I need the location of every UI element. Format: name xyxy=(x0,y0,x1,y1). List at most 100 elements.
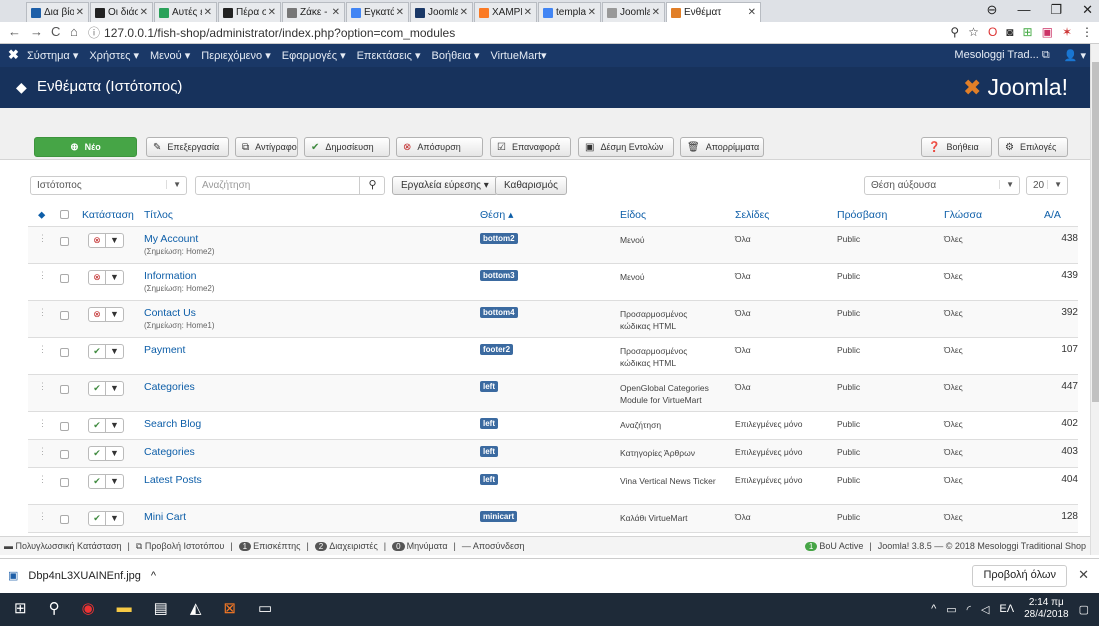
module-title-link[interactable]: Contact Us xyxy=(144,307,196,319)
status-toggle[interactable]: ⊗ ▼ xyxy=(88,307,124,322)
published-check-icon[interactable]: ✔ xyxy=(89,345,106,358)
chrome-icon[interactable]: ◉ xyxy=(82,599,95,617)
help-button[interactable]: ❓ Βοήθεια xyxy=(921,137,992,157)
status-toggle[interactable]: ✔ ▼ xyxy=(88,381,124,396)
tab-close-icon[interactable]: ✕ xyxy=(204,7,212,18)
caret-down-icon[interactable]: ▼ xyxy=(106,512,123,525)
tab-close-icon[interactable]: ✕ xyxy=(460,7,468,18)
module-title-link[interactable]: Mini Cart xyxy=(144,511,186,523)
drag-handle-icon[interactable]: ⋮ xyxy=(38,511,47,522)
tray-chevron-icon[interactable]: ^ xyxy=(931,603,936,615)
drag-handle-icon[interactable]: ⋮ xyxy=(38,270,47,281)
admin-menu-item[interactable]: Σύστημα ▾ xyxy=(27,49,78,62)
bookmark-star-icon[interactable]: ☆ xyxy=(968,25,979,39)
row-checkbox[interactable] xyxy=(60,515,69,524)
site-link[interactable]: Mesologgi Trad... ⧉ xyxy=(954,49,1049,62)
browser-menu-icon[interactable]: ⋮ xyxy=(1081,25,1093,39)
unpublished-icon[interactable]: ⊗ xyxy=(89,234,106,247)
photos-icon[interactable]: ◭ xyxy=(190,599,202,617)
scrollbar-thumb[interactable] xyxy=(1092,62,1099,402)
bou-status[interactable]: 1 BoU Active xyxy=(804,541,863,551)
drag-handle-icon[interactable]: ⋮ xyxy=(38,474,47,485)
status-toggle[interactable]: ✔ ▼ xyxy=(88,446,124,461)
row-checkbox[interactable] xyxy=(60,450,69,459)
options-button[interactable]: ⚙ Επιλογές xyxy=(998,137,1068,157)
info-icon[interactable]: ⓘ xyxy=(88,26,100,40)
caret-down-icon[interactable]: ▼ xyxy=(106,345,123,358)
search-icon[interactable]: ⚲ xyxy=(359,176,385,195)
status-toggle[interactable]: ⊗ ▼ xyxy=(88,270,124,285)
row-checkbox[interactable] xyxy=(60,422,69,431)
browser-tab[interactable]: Joomla!✕ xyxy=(602,2,665,22)
visitors-status[interactable]: 1 Επισκέπτης xyxy=(238,541,300,552)
browser-tab[interactable]: Οι διάσημ✕ xyxy=(90,2,153,22)
module-title-link[interactable]: Categories xyxy=(144,381,195,393)
published-check-icon[interactable]: ✔ xyxy=(89,382,106,395)
forward-icon[interactable]: → xyxy=(30,24,43,39)
wifi-icon[interactable]: ◜ xyxy=(967,603,971,616)
terminal-icon[interactable]: ▭ xyxy=(258,599,272,617)
row-checkbox[interactable] xyxy=(60,385,69,394)
drag-handle-icon[interactable]: ⋮ xyxy=(38,344,47,355)
module-title-link[interactable]: Payment xyxy=(144,344,185,356)
show-all-button[interactable]: Προβολή όλων xyxy=(972,565,1067,587)
status-toggle[interactable]: ✔ ▼ xyxy=(88,474,124,489)
windows-start-icon[interactable]: ⊞ xyxy=(14,599,27,617)
home-icon[interactable]: ⌂ xyxy=(70,24,78,39)
status-toggle[interactable]: ✔ ▼ xyxy=(88,344,124,359)
opera-icon[interactable]: O xyxy=(988,25,997,39)
reload-icon[interactable]: C xyxy=(51,24,60,39)
admin-menu-item[interactable]: Μενού ▾ xyxy=(150,49,190,62)
download-item[interactable]: ▣ Dbp4nL3XUAINEnf.jpg ^ xyxy=(8,569,156,583)
position-column-header[interactable]: Θέση ▴ xyxy=(480,209,513,221)
tab-close-icon[interactable]: ✕ xyxy=(140,7,148,18)
search-tools-button[interactable]: Εργαλεία εύρεσης ▾ xyxy=(392,176,498,195)
browser-tab[interactable]: Εγκατάσ✕ xyxy=(346,2,409,22)
tab-close-icon[interactable]: ✕ xyxy=(652,7,660,18)
tab-close-icon[interactable]: ✕ xyxy=(76,7,84,18)
admin-menu-item[interactable]: VirtueMart▾ xyxy=(490,49,546,62)
camera-icon[interactable]: ◙ xyxy=(1006,25,1013,39)
client-select[interactable]: Ιστότοπος ▼ xyxy=(30,176,187,195)
joomla-ext-icon[interactable]: ✶ xyxy=(1062,25,1072,39)
notepad-icon[interactable]: ▤ xyxy=(154,599,168,617)
close-icon[interactable]: ✕ xyxy=(1078,567,1089,583)
tab-close-icon[interactable]: ✕ xyxy=(396,7,404,18)
title-column-header[interactable]: Τίτλος xyxy=(144,209,173,221)
multilang-status[interactable]: ▬ Πολυγλωσσική Κατάσταση xyxy=(4,541,122,552)
published-check-icon[interactable]: ✔ xyxy=(89,419,106,432)
published-check-icon[interactable]: ✔ xyxy=(89,475,106,488)
new-button[interactable]: ⊕ Νέο xyxy=(34,137,137,157)
row-checkbox[interactable] xyxy=(60,478,69,487)
clock[interactable]: 2:14 πμ 28/4/2018 xyxy=(1024,597,1069,621)
ordering-column-header[interactable]: ⬥ xyxy=(38,209,45,222)
browser-tab[interactable]: XAMPP✕ xyxy=(474,2,537,22)
caret-down-icon[interactable]: ▼ xyxy=(106,419,123,432)
admin-menu-item[interactable]: Εφαρμογές ▾ xyxy=(282,49,346,62)
module-title-link[interactable]: Latest Posts xyxy=(144,474,202,486)
row-checkbox[interactable] xyxy=(60,348,69,357)
admin-menu-item[interactable]: Επεκτάσεις ▾ xyxy=(357,49,421,62)
back-icon[interactable]: ← xyxy=(8,24,21,39)
admin-menu-item[interactable]: Περιεχόμενο ▾ xyxy=(201,49,271,62)
row-checkbox[interactable] xyxy=(60,237,69,246)
admins-status[interactable]: 2 Διαχειριστές xyxy=(314,541,378,552)
pages-column-header[interactable]: Σελίδες xyxy=(735,209,769,221)
checkin-button[interactable]: ☑ Επαναφορά xyxy=(490,137,571,157)
browser-tab[interactable]: Πέρα στ✕ xyxy=(218,2,281,22)
browser-tab[interactable]: Δια βίου✕ xyxy=(26,2,89,22)
search-icon[interactable]: ⚲ xyxy=(49,599,60,617)
admin-menu-item[interactable]: Χρήστες ▾ xyxy=(89,49,139,62)
status-toggle[interactable]: ✔ ▼ xyxy=(88,418,124,433)
file-explorer-icon[interactable]: ▬ xyxy=(117,599,132,617)
row-checkbox[interactable] xyxy=(60,311,69,320)
restore-icon[interactable]: ❐ xyxy=(1050,2,1062,18)
id-column-header[interactable]: Α/Α xyxy=(1044,209,1061,221)
url-field[interactable]: ⓘ 127.0.0.1/fish-shop/administrator/index… xyxy=(88,24,455,41)
search-input[interactable]: Αναζήτηση xyxy=(195,176,385,195)
status-toggle[interactable]: ✔ ▼ xyxy=(88,511,124,526)
close-window-icon[interactable]: ✕ xyxy=(1082,2,1093,18)
profile-icon[interactable]: ⊖ xyxy=(987,2,998,18)
limit-select[interactable]: 20 ▼ xyxy=(1026,176,1068,195)
unpublish-button[interactable]: ⊗ Απόσυρση xyxy=(396,137,483,157)
